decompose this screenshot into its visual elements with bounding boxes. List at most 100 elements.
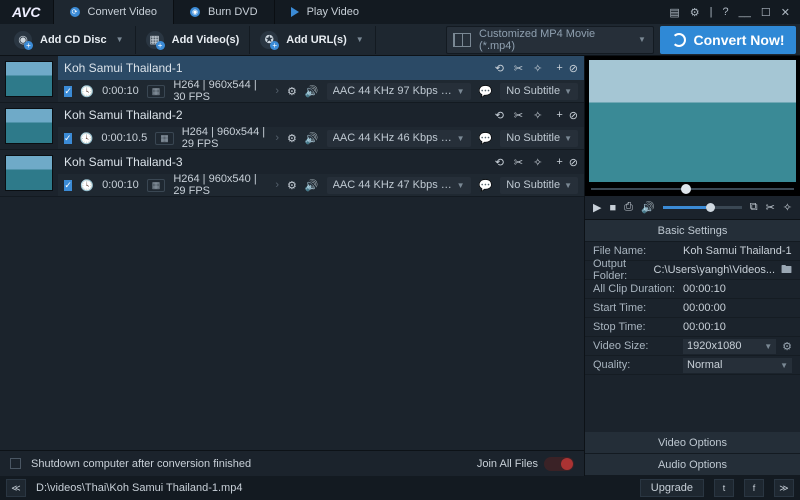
- refresh-icon: [672, 33, 686, 47]
- add-icon[interactable]: +: [556, 62, 562, 75]
- chevron-down-icon[interactable]: ▼: [355, 35, 365, 44]
- file-list: Koh Samui Thailand-1 ⟲✂✧ +⊘ ✓ 🕓 0:00:10 …: [0, 56, 584, 450]
- chevron-down-icon[interactable]: ▼: [115, 35, 125, 44]
- close-icon[interactable]: ✕: [781, 6, 790, 19]
- audio-track-select[interactable]: AAC 44 KHz 97 Kbps 2 CH ...▼: [327, 83, 471, 100]
- effects-icon[interactable]: ✧: [533, 156, 542, 169]
- settings-icon[interactable]: ⚙: [690, 6, 700, 19]
- globe-add-icon: ✪: [260, 31, 278, 49]
- detach-icon[interactable]: ⧉: [750, 201, 758, 214]
- remove-icon[interactable]: ⊘: [569, 62, 578, 75]
- audio-track-select[interactable]: AAC 44 KHz 47 Kbps 2 CH ...▼: [327, 177, 471, 194]
- output-profile-select[interactable]: Customized MP4 Movie (*.mp4)▼: [446, 26, 654, 54]
- settings-small-icon[interactable]: ⚙: [287, 179, 297, 192]
- value-stop-time[interactable]: 00:00:10: [683, 321, 792, 333]
- remove-icon[interactable]: ⊘: [569, 109, 578, 122]
- play-button[interactable]: ▶: [593, 201, 601, 214]
- add-icon[interactable]: +: [556, 156, 562, 169]
- basic-settings-header[interactable]: Basic Settings: [585, 220, 800, 242]
- convert-icon: ⟳: [70, 7, 80, 17]
- help-icon[interactable]: ?: [723, 6, 729, 18]
- add-cd-disc-button[interactable]: ◉Add CD Disc▼: [4, 26, 136, 54]
- button-label: Add Video(s): [172, 34, 240, 46]
- list-item[interactable]: Koh Samui Thailand-1 ⟲✂✧ +⊘ ✓ 🕓 0:00:10 …: [0, 56, 584, 103]
- checkbox[interactable]: ✓: [64, 86, 72, 97]
- add-urls-button[interactable]: ✪ Add URL(s) ▼: [250, 26, 376, 54]
- next-button[interactable]: ≫: [774, 479, 794, 497]
- trim-icon[interactable]: ✂: [766, 201, 775, 214]
- subtitle-select[interactable]: No Subtitle▼: [500, 130, 578, 147]
- volume-slider[interactable]: [663, 206, 742, 209]
- button-label: Add URL(s): [286, 34, 347, 46]
- checkbox[interactable]: ✓: [64, 133, 72, 144]
- clock-icon: 🕓: [80, 179, 94, 192]
- play-icon: [291, 7, 299, 17]
- audio-label: AAC 44 KHz 46 Kbps 1 CH ...: [333, 132, 453, 144]
- disc-add-icon: ◉: [14, 31, 32, 49]
- tab-burn-dvd[interactable]: ◉Burn DVD: [173, 0, 274, 24]
- value-file-name[interactable]: Koh Samui Thailand-1: [683, 245, 792, 257]
- preview-frame[interactable]: [589, 60, 796, 182]
- status-bar: ≪ D:\videos\Thai\Koh Samui Thailand-1.mp…: [0, 476, 800, 500]
- snapshot-button[interactable]: ⎙: [624, 201, 633, 214]
- audio-track-select[interactable]: AAC 44 KHz 46 Kbps 1 CH ...▼: [327, 130, 471, 147]
- audio-options-header[interactable]: Audio Options: [585, 454, 800, 476]
- label-stop-time: Stop Time:: [593, 321, 677, 333]
- video-thumbnail[interactable]: [5, 108, 53, 144]
- cut-icon[interactable]: ✂: [514, 156, 523, 169]
- convert-now-button[interactable]: Convert Now!: [660, 26, 796, 54]
- seek-bar[interactable]: [585, 182, 800, 196]
- list-item[interactable]: Koh Samui Thailand-3 ⟲✂✧ +⊘ ✓ 🕓 0:00:10 …: [0, 150, 584, 197]
- seek-thumb[interactable]: [681, 184, 691, 194]
- video-size-select[interactable]: 1920x1080▼: [683, 339, 776, 354]
- value-start-time[interactable]: 00:00:00: [683, 302, 792, 314]
- quality-select[interactable]: Normal▼: [683, 358, 792, 373]
- refresh-icon[interactable]: ⟲: [495, 109, 504, 122]
- stop-button[interactable]: ■: [609, 202, 616, 214]
- effects-icon[interactable]: ✧: [533, 109, 542, 122]
- tab-play-video[interactable]: Play Video: [274, 0, 375, 24]
- cut-icon[interactable]: ✂: [514, 109, 523, 122]
- browse-folder-icon[interactable]: 🖿: [781, 261, 792, 280]
- chevron-right-icon: ›: [275, 85, 279, 97]
- shutdown-checkbox[interactable]: [10, 458, 21, 469]
- maximize-icon[interactable]: ☐: [761, 6, 771, 19]
- add-videos-button[interactable]: ▦ Add Video(s): [136, 26, 251, 54]
- effects-icon[interactable]: ✧: [533, 62, 542, 75]
- facebook-icon[interactable]: f: [744, 479, 764, 497]
- join-files-toggle[interactable]: [544, 457, 574, 471]
- upgrade-button[interactable]: Upgrade: [640, 479, 704, 497]
- prev-button[interactable]: ≪: [6, 479, 26, 497]
- film-add-icon: ▦: [146, 31, 164, 49]
- refresh-icon[interactable]: ⟲: [495, 62, 504, 75]
- subtitle-select[interactable]: No Subtitle▼: [500, 177, 578, 194]
- twitter-icon[interactable]: t: [714, 479, 734, 497]
- file-name: Koh Samui Thailand-1: [64, 61, 489, 75]
- film-icon: ▦: [147, 179, 166, 192]
- subtitle-label: No Subtitle: [506, 132, 560, 144]
- volume-icon[interactable]: 🔊: [641, 201, 655, 214]
- gear-icon[interactable]: ⚙: [782, 340, 792, 353]
- menu-icon[interactable]: ▤: [669, 6, 679, 19]
- value-output-folder[interactable]: C:\Users\yangh\Videos...: [654, 264, 775, 276]
- crop-icon[interactable]: ✧: [783, 201, 792, 214]
- list-item[interactable]: Koh Samui Thailand-2 ⟲✂✧ +⊘ ✓ 🕓 0:00:10.…: [0, 103, 584, 150]
- titlebar: AVC ⟳Convert Video ◉Burn DVD Play Video …: [0, 0, 800, 24]
- remove-icon[interactable]: ⊘: [569, 156, 578, 169]
- subtitle-select[interactable]: No Subtitle▼: [500, 83, 578, 100]
- minimize-icon[interactable]: __: [739, 6, 751, 18]
- chevron-down-icon: ▼: [564, 181, 572, 190]
- video-options-header[interactable]: Video Options: [585, 432, 800, 454]
- file-name: Koh Samui Thailand-2: [64, 108, 489, 122]
- tab-label: Burn DVD: [208, 6, 258, 18]
- video-preview: [585, 56, 800, 196]
- add-icon[interactable]: +: [556, 109, 562, 122]
- tab-convert-video[interactable]: ⟳Convert Video: [53, 0, 174, 24]
- video-thumbnail[interactable]: [5, 61, 53, 97]
- video-thumbnail[interactable]: [5, 155, 53, 191]
- refresh-icon[interactable]: ⟲: [495, 156, 504, 169]
- settings-small-icon[interactable]: ⚙: [287, 132, 297, 145]
- cut-icon[interactable]: ✂: [514, 62, 523, 75]
- checkbox[interactable]: ✓: [64, 180, 72, 191]
- settings-small-icon[interactable]: ⚙: [287, 85, 297, 98]
